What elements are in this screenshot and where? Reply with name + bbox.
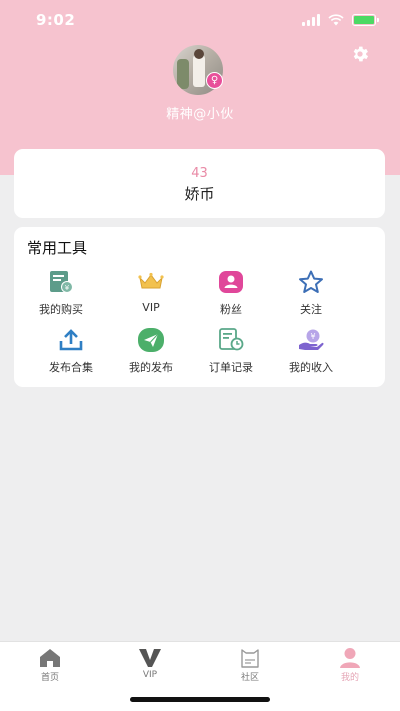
order-record-icon (216, 327, 246, 353)
tool-following[interactable]: 关注 (271, 269, 351, 319)
coin-balance-card[interactable]: 43 娇币 (14, 149, 385, 218)
community-icon (238, 647, 262, 669)
tab-vip[interactable]: VIP (120, 647, 180, 683)
vip-v-icon (138, 647, 162, 669)
tool-my-publications[interactable]: 我的发布 (111, 327, 191, 377)
tab-home[interactable]: 首页 (20, 647, 80, 683)
tool-fans[interactable]: 粉丝 (191, 269, 271, 319)
star-icon (296, 269, 326, 295)
purchase-receipt-icon: ¥ (46, 269, 76, 295)
wifi-icon (328, 14, 344, 26)
coin-balance-value: 43 (191, 166, 208, 181)
tool-publish-collection[interactable]: 发布合集 (31, 327, 111, 377)
upload-icon (56, 327, 86, 353)
paper-plane-icon (136, 327, 166, 353)
status-time: 9:02 (36, 11, 76, 29)
female-gender-icon: ♀ (206, 72, 223, 89)
income-icon: ¥ (296, 327, 326, 353)
status-icons (302, 14, 379, 26)
fans-icon (216, 269, 246, 295)
home-indicator (130, 697, 270, 702)
tool-order-records[interactable]: 订单记录 (191, 327, 271, 377)
crown-icon (136, 269, 166, 295)
coin-balance-label: 娇币 (184, 185, 215, 203)
home-icon (38, 647, 62, 669)
common-tools-card: 常用工具 ¥ 我的购买 VIP 粉丝 关注 发布合集 我的发布 订单记录 ¥ 我… (14, 227, 385, 387)
tool-my-income[interactable]: ¥ 我的收入 (271, 327, 351, 377)
battery-icon (352, 14, 379, 26)
cellular-signal-icon (302, 14, 320, 26)
svg-text:¥: ¥ (65, 284, 70, 292)
svg-text:¥: ¥ (310, 332, 315, 341)
tab-mine[interactable]: 我的 (320, 647, 380, 683)
user-nickname: 精神@小伙 (166, 107, 234, 122)
common-tools-title: 常用工具 (27, 239, 88, 257)
tab-community[interactable]: 社区 (220, 647, 280, 683)
tool-vip[interactable]: VIP (111, 269, 191, 319)
status-bar: 9:02 (0, 0, 400, 40)
profile-icon (338, 647, 362, 669)
tool-my-purchases[interactable]: ¥ 我的购买 (21, 269, 101, 319)
settings-gear-icon[interactable] (350, 44, 370, 64)
